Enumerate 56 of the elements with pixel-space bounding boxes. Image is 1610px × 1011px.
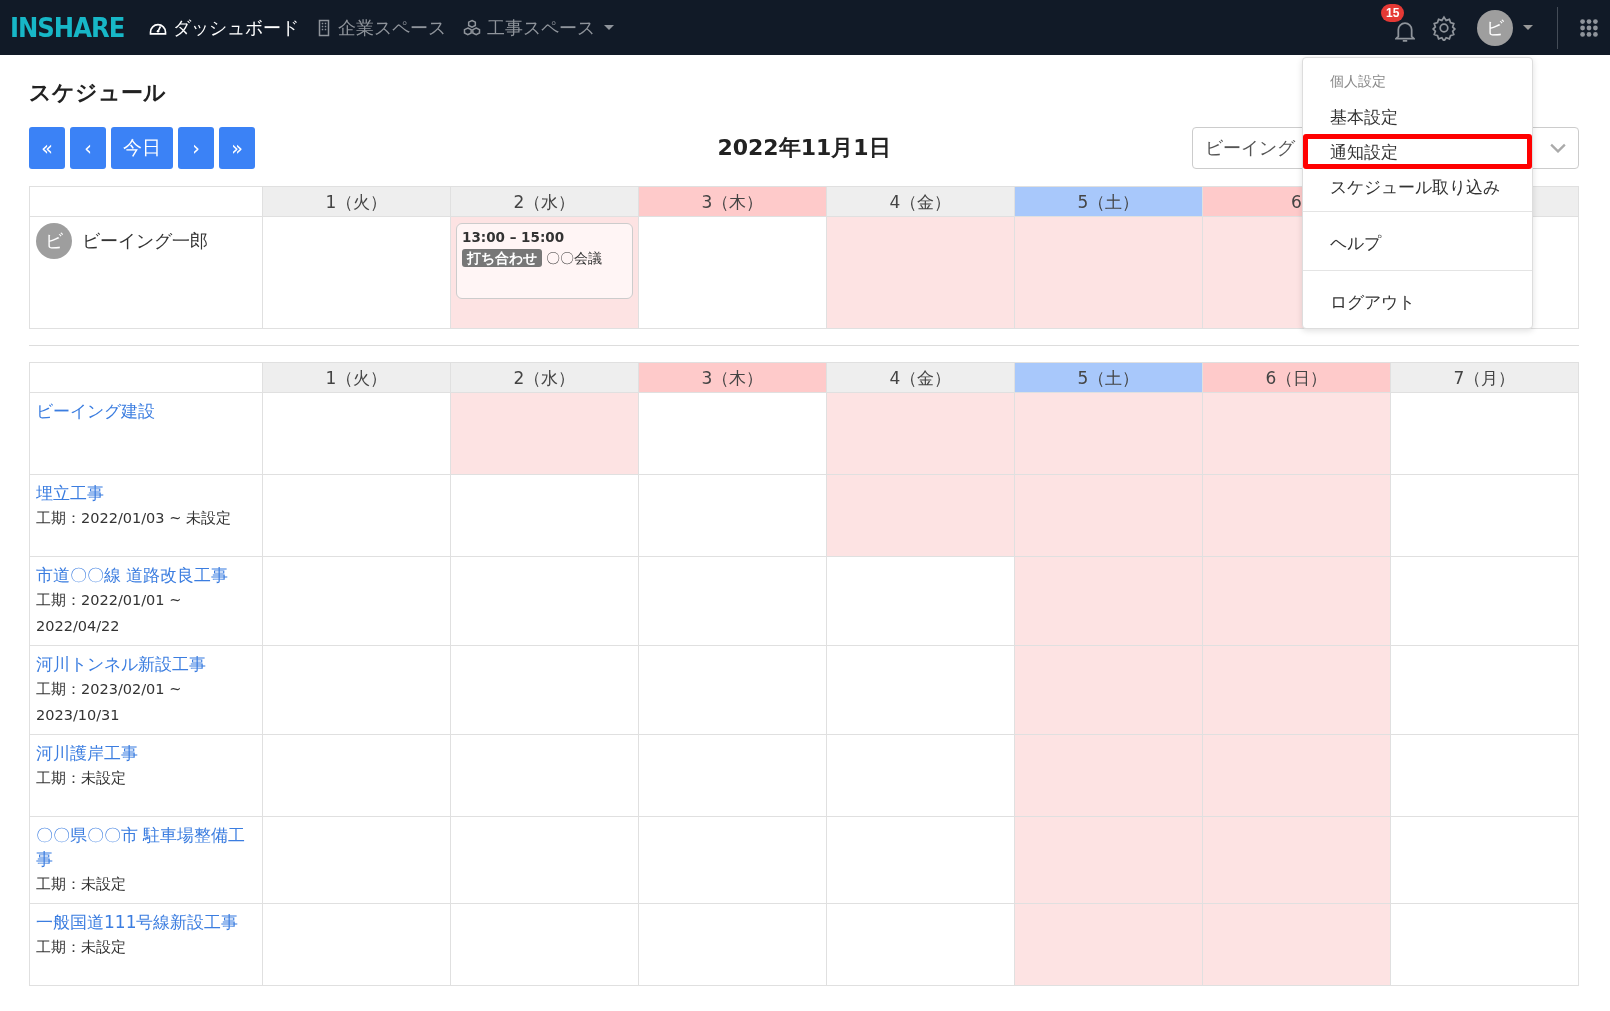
day-header: 4（金） <box>827 187 1015 217</box>
day-header: 5（土） <box>1015 187 1203 217</box>
project-period: 工期：2022/01/03 ~ 未設定 <box>36 509 232 528</box>
nav-button[interactable]: 今日 <box>111 126 173 169</box>
menu-item[interactable]: ログアウト <box>1303 278 1532 322</box>
day-header: 6（日） <box>1203 363 1391 393</box>
menu-header: 個人設定 <box>1329 72 1387 91</box>
day-header: 2（水） <box>451 363 639 393</box>
nav-link[interactable]: ダッシュボード <box>148 15 300 40</box>
nav-button[interactable]: ‹ <box>70 126 106 169</box>
apps-grid-icon[interactable] <box>1578 16 1600 39</box>
event-card[interactable]: 13:00 – 15:00 打ち合わせ 〇〇会議 <box>456 223 633 299</box>
day-header: 3（木） <box>639 363 827 393</box>
event-tag: 打ち合わせ <box>462 249 542 267</box>
bell-icon[interactable] <box>1395 20 1415 43</box>
nav-button[interactable]: › <box>178 126 214 169</box>
project-link[interactable]: 埋立工事 <box>36 481 256 505</box>
cubes-icon <box>462 17 483 38</box>
project-period: 工期：未設定 <box>36 938 127 957</box>
day-header: 7（月） <box>1391 363 1579 393</box>
event-title: 〇〇会議 <box>546 250 602 266</box>
nav-button[interactable]: « <box>29 126 65 169</box>
project-link[interactable]: 〇〇県〇〇市 駐車場整備工事 <box>36 823 256 871</box>
menu-item[interactable]: ヘルプ <box>1303 219 1532 263</box>
avatar[interactable]: ビ <box>1477 9 1513 46</box>
page-title: スケジュール <box>29 79 166 107</box>
current-date: 2022年11月1日 <box>717 133 891 162</box>
event-time: 13:00 – 15:00 <box>462 229 566 245</box>
logo[interactable]: INSHARE <box>10 12 125 43</box>
project-period: 工期：未設定 <box>36 769 127 788</box>
nav-button[interactable]: » <box>219 126 255 169</box>
caret-icon <box>1523 25 1533 30</box>
day-header: 1（火） <box>263 363 451 393</box>
project-period: 工期：2023/02/01 ~ 2023/10/31 <box>36 680 183 725</box>
project-link[interactable]: ビーイング建設 <box>36 399 256 423</box>
day-header: 3（木） <box>639 187 827 217</box>
avatar: ビ <box>36 223 72 259</box>
member-name: ビーイング一郎 <box>82 229 208 253</box>
nav-link[interactable]: 工事スペース <box>462 15 615 40</box>
project-link[interactable]: 一般国道111号線新設工事 <box>36 910 256 934</box>
day-header: 2（水） <box>451 187 639 217</box>
caret-icon <box>604 25 615 30</box>
project-link[interactable]: 河川護岸工事 <box>36 741 256 765</box>
day-header: 5（土） <box>1015 363 1203 393</box>
notification-badge: 15 <box>1381 3 1405 22</box>
project-period: 工期：未設定 <box>36 875 127 894</box>
project-link[interactable]: 市道〇〇線 道路改良工事 <box>36 563 256 587</box>
menu-item[interactable]: 通知設定 <box>1303 134 1532 169</box>
day-header: 1（火） <box>263 187 451 217</box>
settings-icon[interactable] <box>1431 14 1457 41</box>
menu-item[interactable]: 基本設定 <box>1303 99 1532 134</box>
day-header: 4（金） <box>827 363 1015 393</box>
project-period: 工期：2022/01/01 ~ 2022/04/22 <box>36 591 183 636</box>
project-link[interactable]: 河川トンネル新設工事 <box>36 652 256 676</box>
chevron-down-icon <box>1550 142 1566 153</box>
nav-link[interactable]: 企業スペース <box>315 15 447 40</box>
